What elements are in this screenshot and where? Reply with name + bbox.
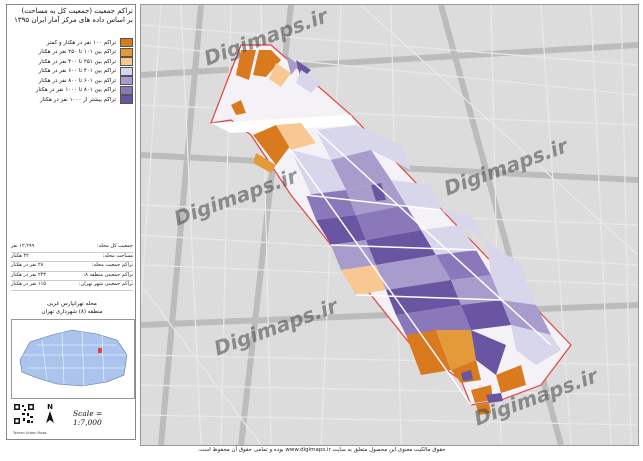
stat-row: جمعیت کل محله: ۱۲,۲۹۹ نفر: [11, 243, 133, 253]
legend-item: تراکم بیشتر از ۱۰۰۰ نفر در هکتار: [11, 95, 133, 105]
stat-row: تراکم جمعیتی شهر تهران: ۱۱۵ نفر در هکتار: [11, 281, 133, 291]
stat-label: جمعیت کل محله:: [96, 243, 133, 249]
legend-swatch: [120, 66, 133, 76]
stat-row: مساحت محله: ۴۲ هکتار: [11, 252, 133, 262]
stat-row: تراکم جمعیت محله: ۲۸ نفر در هکتار: [11, 262, 133, 272]
legend-swatch: [120, 95, 133, 105]
stat-value: ۲۴۳ نفر در هکتار: [11, 271, 46, 278]
legend-item: تراکم بین ۲۵۱ تا ۴۰۰ نفر در هکتار: [11, 57, 133, 67]
legend-swatch: [120, 47, 133, 57]
legend-item: تراکم بین ۶۰۱ تا ۸۰۰ نفر در هکتار: [11, 76, 133, 86]
title-line2: بر اساس داده های مرکز آمار ایران ۱۳۹۵: [14, 16, 133, 24]
legend-label: تراکم بین ۱۰۱ تا ۲۵۰ نفر در هکتار: [38, 49, 116, 56]
stat-value: ۱۲,۲۹۹ نفر: [11, 243, 35, 249]
legend-label: تراکم بین ۲۵۱ تا ۴۰۰ نفر در هکتار: [38, 58, 116, 65]
legend-item: تراکم بین ۸۰۱ تا ۱۰۰۰ نفر در هکتار: [11, 85, 133, 96]
legend-item: تراکم بین ۱۰۱ تا ۲۵۰ نفر در هکتار: [11, 47, 133, 58]
stat-label: تراکم جمعیت محله:: [91, 262, 133, 268]
legend-label: تراکم بین ۴۰۱ تا ۶۰۰ نفر در هکتار: [38, 68, 116, 75]
map-title: تراکم جمعیت (جمعیت کل به مساحت) بر اساس …: [9, 7, 133, 37]
inset-locator-map[interactable]: [11, 319, 135, 399]
north-arrow-icon: N: [45, 403, 55, 425]
stat-label: تراکم جمعیتی شهر تهران:: [78, 281, 133, 287]
legend-label: تراکم بین ۸۰۱ تا ۱۰۰۰ نفر در هکتار: [35, 87, 116, 94]
legend-label: تراکم بیشتر از ۱۰۰۰ نفر در هکتار: [39, 96, 116, 103]
inset-canvas: [19, 329, 128, 387]
legend-swatch: [120, 38, 133, 48]
inset-title: محله تهرانپارس غربی منطقه (۸) شهرداری ته…: [11, 300, 133, 316]
legend-label: تراکم بین ۶۰۱ تا ۸۰۰ نفر در هکتار: [38, 77, 116, 84]
small-note: Tehran Urban Maps: [13, 431, 47, 435]
north-label: N: [47, 403, 53, 411]
stat-label: مساحت محله:: [102, 252, 133, 259]
stat-value: ۱۱۵ نفر در هکتار: [11, 281, 46, 287]
legend-swatch: [120, 57, 133, 67]
copyright-footer: حقوق مالکیت معنوی این محصول متعلق به سای…: [197, 447, 446, 453]
stat-value: ۴۲ هکتار: [11, 252, 29, 259]
legend-list: تراکم ۱۰۰ نفر در هکتار و کمتر تراکم بین …: [11, 38, 133, 105]
map-footer-block: N Scale = 1:7,000 Tehran Urban Maps: [11, 401, 133, 439]
legend-swatch: [120, 76, 133, 86]
legend-label: تراکم ۱۰۰ نفر در هکتار و کمتر: [46, 39, 116, 46]
qr-code-icon: [13, 403, 35, 425]
inset-highlight: [98, 348, 102, 353]
title-line1: تراکم جمعیت (جمعیت کل به مساحت): [21, 7, 133, 15]
legend-item: تراکم ۱۰۰ نفر در هکتار و کمتر: [11, 38, 133, 48]
stat-row: تراکم جمعیتی منطقه ۸: ۲۴۳ نفر در هکتار: [11, 271, 133, 281]
legend-panel: تراکم جمعیت (جمعیت کل به مساحت) بر اساس …: [6, 4, 136, 440]
map-canvas: [141, 5, 638, 445]
legend-item: تراکم بین ۴۰۱ تا ۶۰۰ نفر در هکتار: [11, 66, 133, 77]
scale-label: Scale = 1:7,000: [73, 409, 103, 427]
main-map[interactable]: Digimaps.ir Digimaps.ir Digimaps.ir Digi…: [140, 4, 639, 446]
stats-table: جمعیت کل محله: ۱۲,۲۹۹ نفر مساحت محله: ۴۲…: [11, 243, 133, 291]
legend-swatch: [120, 85, 133, 95]
inset-line1: محله تهرانپارس غربی: [47, 301, 97, 307]
stat-value: ۲۸ نفر در هکتار: [11, 262, 44, 268]
map-sheet: Digimaps.ir Digimaps.ir Digimaps.ir Digi…: [0, 0, 643, 461]
stat-label: تراکم جمعیتی منطقه ۸:: [83, 271, 133, 278]
inset-line2: منطقه (۸) شهرداری تهران: [41, 309, 103, 315]
